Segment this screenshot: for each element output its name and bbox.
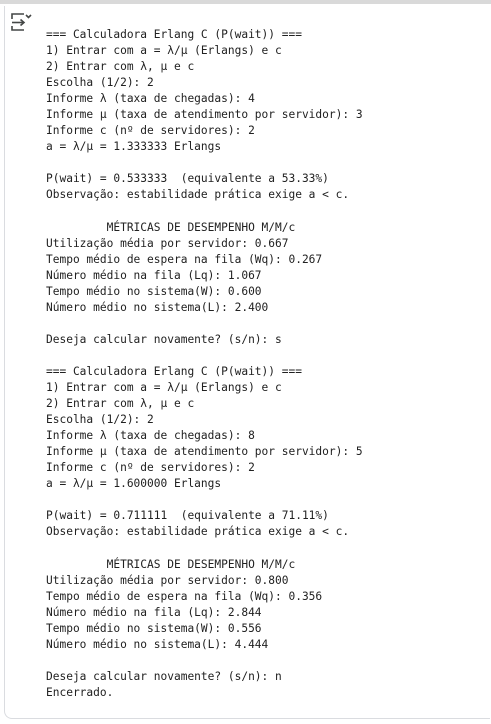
console-line: MÉTRICAS DE DESEMPENHO M/M/c bbox=[46, 557, 296, 571]
console-line: Informe μ (taxa de atendimento por servi… bbox=[46, 445, 363, 459]
console-line: Encerrado. bbox=[46, 685, 114, 699]
console-line: 2) Entrar com λ, μ e c bbox=[46, 397, 195, 411]
console-line: 2) Entrar com λ, μ e c bbox=[46, 60, 195, 74]
console-line: Número médio na fila (Lq): 2.844 bbox=[46, 605, 262, 619]
console-line: Deseja calcular novamente? (s/n): s bbox=[46, 332, 282, 346]
console-line: P(wait) = 0.711111 (equivalente a 71.11%… bbox=[46, 509, 329, 523]
console-line: Informe c (nº de servidores): 2 bbox=[46, 461, 255, 475]
console-line: Utilização média por servidor: 0.800 bbox=[46, 573, 289, 587]
console-line: Tempo médio no sistema(W): 0.556 bbox=[46, 621, 262, 635]
console-line: Número médio no sistema(L): 2.400 bbox=[46, 300, 269, 314]
console-line: 1) Entrar com a = λ/μ (Erlangs) e c bbox=[46, 381, 282, 395]
console-line: Informe λ (taxa de chegadas): 8 bbox=[46, 429, 255, 443]
console-line: === Calculadora Erlang C (P(wait)) === bbox=[46, 364, 302, 378]
output-collapse-icon-glyph bbox=[11, 13, 32, 31]
console-line: === Calculadora Erlang C (P(wait)) === bbox=[46, 28, 302, 41]
cell-top-border bbox=[0, 0, 491, 4]
output-collapse-icon[interactable] bbox=[9, 10, 33, 32]
console-line: Utilização média por servidor: 0.667 bbox=[46, 236, 289, 250]
console-line: Observação: estabilidade prática exige a… bbox=[46, 188, 350, 202]
console-line: Número médio no sistema(L): 4.444 bbox=[46, 637, 269, 651]
console-line: Escolha (1/2): 2 bbox=[46, 76, 154, 90]
console-line: Número médio na fila (Lq): 1.067 bbox=[46, 268, 262, 282]
console-line: a = λ/μ = 1.333333 Erlangs bbox=[46, 140, 222, 154]
console-line: 1) Entrar com a = λ/μ (Erlangs) e c bbox=[46, 44, 282, 58]
console-line: Observação: estabilidade prática exige a… bbox=[46, 525, 350, 539]
console-line: MÉTRICAS DE DESEMPENHO M/M/c bbox=[46, 220, 296, 234]
console-line: Tempo médio de espera na fila (Wq): 0.26… bbox=[46, 252, 323, 266]
console-line: Escolha (1/2): 2 bbox=[46, 413, 154, 427]
console-line: P(wait) = 0.533333 (equivalente a 53.33%… bbox=[46, 172, 329, 186]
console-line: Informe c (nº de servidores): 2 bbox=[46, 124, 255, 138]
console-line: Informe λ (taxa de chegadas): 4 bbox=[46, 92, 255, 106]
console-output: === Calculadora Erlang C (P(wait)) === 1)… bbox=[46, 27, 363, 701]
console-line: Informe μ (taxa de atendimento por servi… bbox=[46, 108, 363, 122]
console-line: Tempo médio de espera na fila (Wq): 0.35… bbox=[46, 589, 323, 603]
console-line: a = λ/μ = 1.600000 Erlangs bbox=[46, 477, 222, 491]
console-line: Deseja calcular novamente? (s/n): n bbox=[46, 669, 282, 683]
console-line: Tempo médio no sistema(W): 0.600 bbox=[46, 284, 262, 298]
